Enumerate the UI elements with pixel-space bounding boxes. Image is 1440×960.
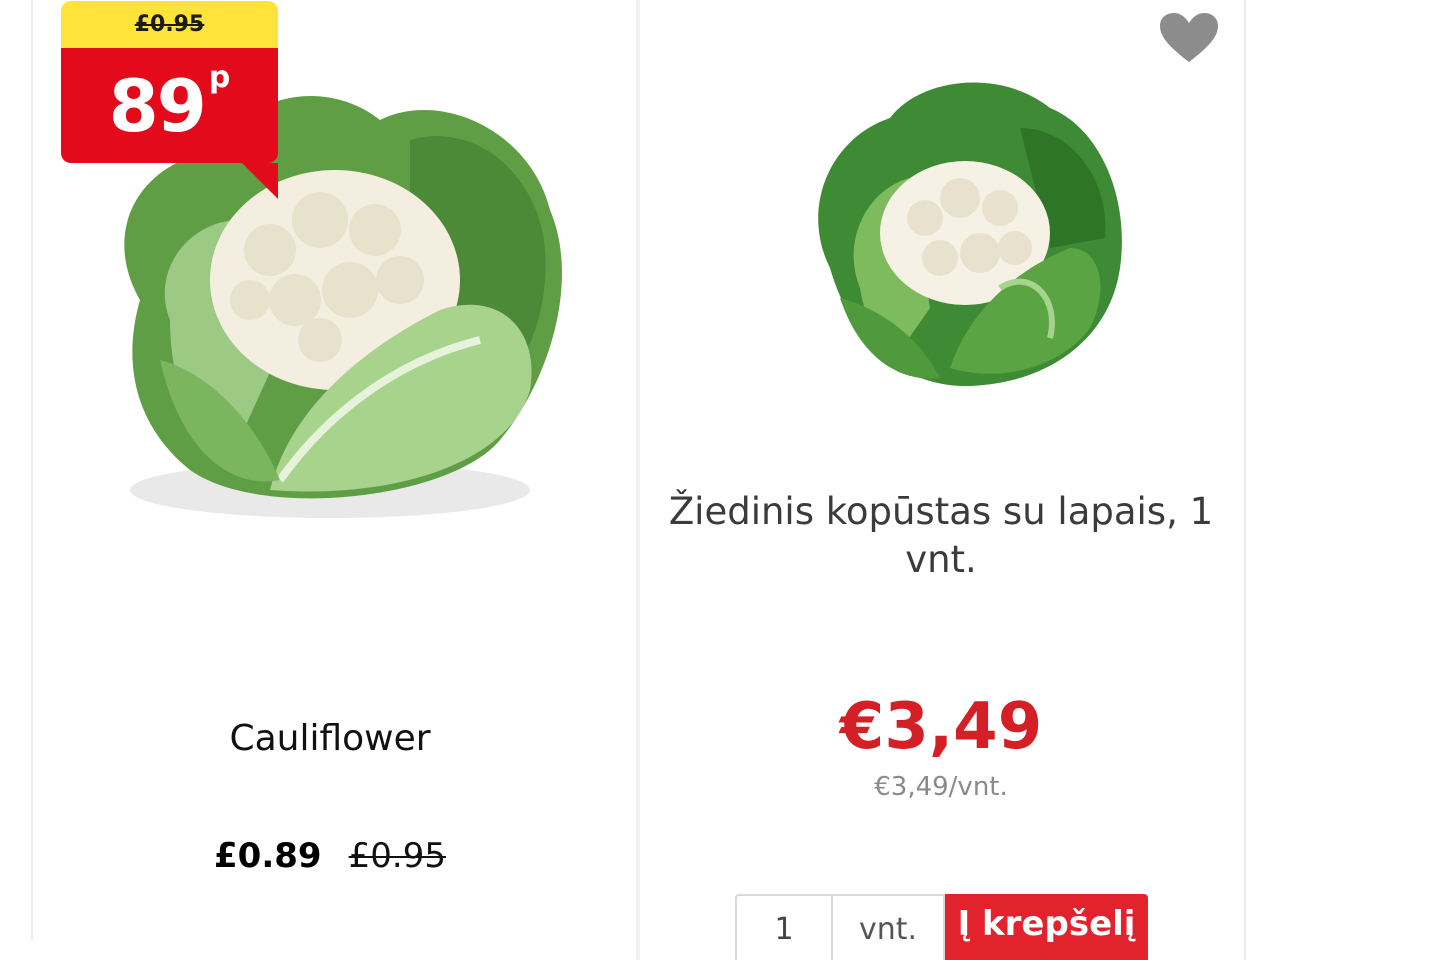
product-card-left[interactable]: £0.95 89 p Cauliflower £0.89 £0.95 — [0, 0, 632, 960]
promo-price-block: 89 p — [61, 48, 278, 199]
quantity-input[interactable] — [735, 894, 831, 960]
unit-select[interactable]: vnt. — [831, 894, 945, 960]
price-per-unit: €3,49/vnt. — [874, 772, 1008, 802]
cauliflower-photo-icon[interactable] — [800, 68, 1130, 390]
promo-price-number: 89 — [108, 63, 207, 148]
promo-badge-tail — [242, 163, 278, 199]
promo-old-price-strip: £0.95 — [61, 1, 278, 48]
add-to-cart-row: vnt. Į krepšelį — [735, 894, 1148, 960]
price-current: £0.89 — [214, 836, 322, 876]
promo-old-price: £0.95 — [134, 12, 205, 37]
promo-badge: £0.95 89 p — [61, 1, 278, 199]
add-to-cart-button[interactable]: Į krepšelį — [945, 894, 1148, 960]
promo-price-unit: p — [208, 60, 231, 95]
product-title[interactable]: Cauliflower — [60, 718, 600, 759]
price-current: €3,49 — [839, 690, 1043, 764]
card-divider — [31, 0, 33, 940]
product-prices: £0.89 £0.95 — [60, 836, 600, 876]
heart-icon[interactable] — [1158, 12, 1220, 64]
product-title[interactable]: Žiedinis kopūstas su lapais, 1 vnt. — [656, 488, 1226, 584]
price-previous: £0.95 — [348, 836, 446, 876]
